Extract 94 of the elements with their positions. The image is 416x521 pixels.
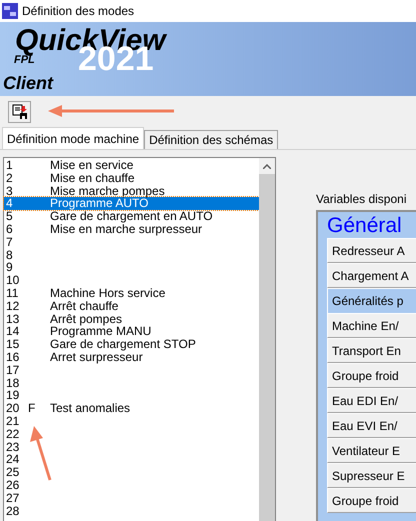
mode-row[interactable]: 13 Arrêt pompes bbox=[4, 312, 259, 326]
mode-number: 2 bbox=[5, 172, 14, 185]
mode-number: 22 bbox=[5, 428, 20, 441]
mode-number: 13 bbox=[5, 312, 20, 326]
variable-item[interactable]: Supresseur E bbox=[327, 463, 416, 488]
mode-row[interactable]: 2 Mise en chauffe bbox=[4, 172, 259, 185]
mode-number: 7 bbox=[5, 236, 14, 249]
mode-label: Arret surpresseur bbox=[50, 350, 143, 364]
mode-row[interactable]: 8 bbox=[4, 248, 259, 262]
mode-label: Programme MANU bbox=[50, 325, 152, 338]
mode-row[interactable]: 10 bbox=[4, 274, 259, 287]
scroll-up-icon[interactable] bbox=[263, 164, 271, 168]
save-button[interactable] bbox=[8, 101, 31, 123]
variable-item[interactable]: Eau EDI En/ bbox=[327, 388, 416, 413]
mode-row[interactable]: 17 bbox=[4, 364, 259, 377]
mode-code-label: F bbox=[28, 401, 36, 416]
mode-row[interactable]: 4 Programme AUTO bbox=[4, 197, 259, 210]
mode-label: Test anomalies bbox=[50, 402, 130, 415]
mode-number: 1 bbox=[5, 159, 14, 172]
variables-label: Variables disponi bbox=[316, 192, 408, 206]
mode-row[interactable]: 18 bbox=[4, 376, 259, 390]
mode-number: 10 bbox=[5, 274, 20, 287]
mode-number: 12 bbox=[5, 300, 20, 313]
mode-row[interactable]: 12 Arrêt chauffe bbox=[4, 300, 259, 313]
mode-row[interactable]: 19 bbox=[4, 389, 259, 402]
mode-number: 4 bbox=[5, 197, 14, 210]
mode-number: 17 bbox=[5, 364, 20, 377]
mode-label: Arrêt chauffe bbox=[50, 300, 118, 313]
mode-number: 5 bbox=[5, 210, 14, 223]
mode-row[interactable]: 26 bbox=[4, 478, 259, 492]
mode-label: Gare de chargement en AUTO bbox=[50, 210, 213, 223]
mode-number: 6 bbox=[5, 222, 14, 236]
banner-subtitle: Client bbox=[3, 73, 54, 93]
mode-row[interactable]: 24 bbox=[4, 453, 259, 466]
mode-label: Machine Hors service bbox=[50, 286, 166, 300]
mode-row[interactable]: 21 bbox=[4, 414, 259, 428]
mode-row[interactable]: 3 Mise marche pompes bbox=[4, 184, 259, 198]
variable-item[interactable]: Redresseur A bbox=[327, 238, 416, 263]
app-icon bbox=[2, 3, 18, 19]
mode-number: 14 bbox=[5, 325, 20, 338]
mode-number: 11 bbox=[5, 286, 20, 300]
mode-label: Programme AUTO bbox=[50, 197, 148, 210]
variable-item[interactable]: Eau EVI En/ bbox=[327, 413, 416, 438]
mode-number: 28 bbox=[5, 504, 20, 518]
mode-number: 23 bbox=[5, 440, 20, 454]
mode-row[interactable]: 1 Mise en service bbox=[4, 159, 259, 172]
group-title: Général bbox=[327, 214, 403, 238]
mode-row[interactable]: 23 bbox=[4, 440, 259, 454]
variable-item[interactable]: Chargement A bbox=[327, 263, 416, 288]
mode-number: 26 bbox=[5, 478, 20, 492]
mode-row[interactable]: 9 bbox=[4, 261, 259, 274]
document-save-icon bbox=[12, 104, 28, 120]
mode-row[interactable]: 14 Programme MANU bbox=[4, 325, 259, 338]
mode-number: 18 bbox=[5, 376, 20, 390]
mode-label: Mise en marche surpresseur bbox=[50, 222, 202, 236]
product-edition: FPL bbox=[14, 54, 35, 66]
variable-item[interactable]: Généralités p bbox=[327, 288, 416, 313]
window-title: Définition des modes bbox=[22, 3, 134, 20]
mode-row[interactable]: 20 F Test anomalies bbox=[4, 402, 259, 415]
variable-item[interactable]: Ventilateur E bbox=[327, 438, 416, 463]
mode-number: 15 bbox=[5, 338, 20, 351]
mode-label: Mise en chauffe bbox=[50, 172, 134, 185]
mode-row[interactable]: 6 Mise en marche surpresseur bbox=[4, 222, 259, 236]
variable-item[interactable]: Machine En/ bbox=[327, 313, 416, 338]
mode-number: 24 bbox=[5, 453, 20, 466]
mode-label: Mise marche pompes bbox=[50, 184, 165, 198]
mode-number: 25 bbox=[5, 466, 20, 479]
tab[interactable]: Définition des schémas bbox=[144, 130, 278, 149]
tab[interactable]: Définition mode machine bbox=[2, 127, 144, 149]
mode-row[interactable]: 15 Gare de chargement STOP bbox=[4, 338, 259, 351]
mode-row[interactable]: 27 bbox=[4, 492, 259, 505]
variable-item[interactable]: Groupe froid bbox=[327, 488, 416, 513]
mode-row[interactable]: 22 bbox=[4, 428, 259, 441]
mode-number: 19 bbox=[5, 389, 20, 402]
mode-number: 3 bbox=[5, 184, 14, 198]
mode-number: 21 bbox=[5, 414, 20, 428]
mode-number: 8 bbox=[5, 248, 14, 262]
mode-label: Arrêt pompes bbox=[50, 312, 122, 326]
mode-number: 20 bbox=[5, 402, 20, 415]
mode-row[interactable]: 25 bbox=[4, 466, 259, 479]
scrollbar[interactable] bbox=[259, 158, 275, 521]
mode-number: 27 bbox=[5, 492, 20, 505]
mode-row[interactable]: 7 bbox=[4, 236, 259, 249]
mode-label: Mise en service bbox=[50, 159, 134, 172]
variable-item[interactable]: Transport En bbox=[327, 338, 416, 363]
mode-row[interactable]: 16 Arret surpresseur bbox=[4, 350, 259, 364]
variable-item[interactable]: Groupe froid bbox=[327, 363, 416, 388]
mode-number: 9 bbox=[5, 261, 14, 274]
mode-label: Gare de chargement STOP bbox=[50, 338, 196, 351]
mode-row[interactable]: 11 Machine Hors service bbox=[4, 286, 259, 300]
mode-row[interactable]: 28 bbox=[4, 504, 259, 518]
mode-row[interactable]: 5 Gare de chargement en AUTO bbox=[4, 210, 259, 223]
annotation-arrow bbox=[30, 426, 52, 480]
mode-number: 16 bbox=[5, 350, 20, 364]
